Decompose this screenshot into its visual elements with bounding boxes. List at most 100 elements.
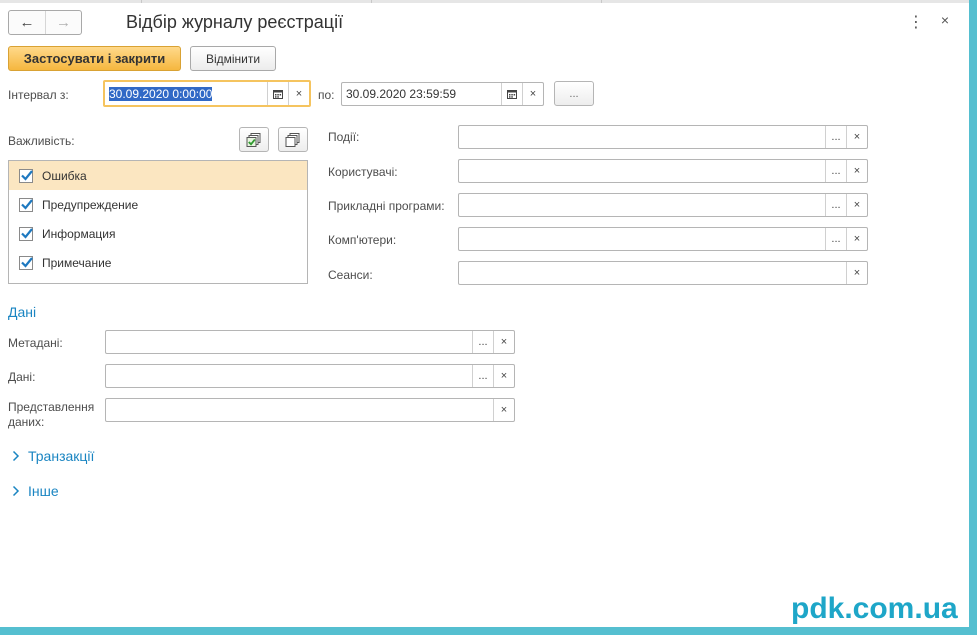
interval-from-value[interactable]: 30.09.2020 0:00:00 [105,82,267,105]
importance-list: Ошибка Предупреждение Информация Примеча… [8,160,308,284]
window-right-border [969,0,977,635]
check-all-button[interactable] [239,127,269,152]
transactions-group-label: Транзакції [28,448,95,464]
period-select-button[interactable]: ... [554,81,594,106]
applications-value[interactable] [459,194,825,216]
clear-button[interactable]: × [846,194,867,216]
select-button[interactable]: ... [825,194,846,216]
computers-label: Комп'ютери: [328,233,397,247]
data-presentation-field[interactable]: × [105,398,515,422]
check-all-icon [246,132,261,147]
transactions-group-toggle[interactable]: Транзакції [12,448,94,464]
clear-button[interactable]: × [846,126,867,148]
computers-value[interactable] [459,228,825,250]
calendar-button[interactable] [501,83,522,105]
data-presentation-label: Представлення даних: [8,400,95,429]
interval-to-value[interactable]: 30.09.2020 23:59:59 [342,83,501,105]
metadata-label: Метадані: [8,336,63,350]
sessions-label: Сеанси: [328,268,373,282]
calendar-button[interactable] [267,82,288,105]
list-item[interactable]: Примечание [9,248,307,277]
clear-button[interactable]: × [522,83,543,105]
chevron-right-icon [12,485,20,497]
sessions-field[interactable]: × [458,261,868,285]
data-label: Дані: [8,370,36,384]
clear-button[interactable]: × [493,399,514,421]
cancel-button[interactable]: Відмінити [190,46,276,71]
data-field[interactable]: ... × [105,364,515,388]
checkmark-icon [21,198,33,210]
clear-icon: × [295,87,303,100]
clear-icon: × [529,88,537,100]
clear-icon: × [853,267,861,279]
data-section-title: Дані [8,304,37,320]
clear-button[interactable]: × [846,262,867,284]
clear-button[interactable]: × [846,160,867,182]
window-top-border [0,0,977,3]
importance-label: Важливість: [8,134,75,148]
close-icon[interactable]: × [938,12,952,28]
select-button[interactable]: ... [825,160,846,182]
list-item-label: Ошибка [42,168,87,183]
back-button[interactable]: ← [9,11,45,34]
data-value[interactable] [106,365,472,387]
users-field[interactable]: ... × [458,159,868,183]
select-button[interactable]: ... [825,126,846,148]
checkbox[interactable] [19,168,33,183]
calendar-icon [273,89,283,99]
more-menu-icon[interactable]: ⋮ [908,12,924,32]
uncheck-all-button[interactable] [278,127,308,152]
select-button[interactable]: ... [825,228,846,250]
applications-label: Прикладні програми: [328,199,445,213]
apply-and-close-button[interactable]: Застосувати і закрити [8,46,181,71]
checkbox[interactable] [19,197,33,212]
clear-icon: × [853,131,861,143]
interval-from-label: Інтервал з: [8,88,69,102]
sessions-value[interactable] [459,262,846,284]
clear-icon: × [853,199,861,211]
watermark: pdk.com.ua [791,592,958,625]
computers-field[interactable]: ... × [458,227,868,251]
clear-icon: × [500,370,508,382]
arrow-right-icon: → [56,14,71,31]
clear-button[interactable]: × [846,228,867,250]
metadata-field[interactable]: ... × [105,330,515,354]
users-value[interactable] [459,160,825,182]
clear-icon: × [500,404,508,416]
select-button[interactable]: ... [472,365,493,387]
checkmark-icon [21,256,33,268]
interval-from-field[interactable]: 30.09.2020 0:00:00 × [103,80,311,107]
applications-field[interactable]: ... × [458,193,868,217]
list-item-label: Примечание [42,255,112,270]
forward-button[interactable]: → [45,11,81,34]
list-item[interactable]: Информация [9,219,307,248]
window-title: Відбір журналу реєстрації [126,12,344,32]
calendar-icon [507,90,517,99]
checkmark-icon [21,227,33,239]
interval-from-text: 30.09.2020 0:00:00 [109,87,213,101]
interval-to-field[interactable]: 30.09.2020 23:59:59 × [341,82,544,106]
list-item-label: Информация [42,226,116,241]
checkbox[interactable] [19,255,33,270]
interval-to-label: по: [318,88,335,102]
users-label: Користувачі: [328,165,398,179]
events-label: Події: [328,130,360,144]
events-value[interactable] [459,126,825,148]
clear-icon: × [853,165,861,177]
clear-button[interactable]: × [288,82,309,105]
checkbox[interactable] [19,226,33,241]
checkmark-icon [21,169,33,181]
list-item[interactable]: Предупреждение [9,190,307,219]
uncheck-all-icon [285,132,300,147]
metadata-value[interactable] [106,331,472,353]
data-presentation-value[interactable] [106,399,493,421]
select-button[interactable]: ... [472,331,493,353]
list-item[interactable]: Ошибка [9,161,307,190]
clear-button[interactable]: × [493,365,514,387]
clear-icon: × [853,233,861,245]
arrow-left-icon: ← [19,14,35,31]
other-group-toggle[interactable]: Інше [12,483,59,499]
events-field[interactable]: ... × [458,125,868,149]
clear-icon: × [500,336,508,348]
clear-button[interactable]: × [493,331,514,353]
